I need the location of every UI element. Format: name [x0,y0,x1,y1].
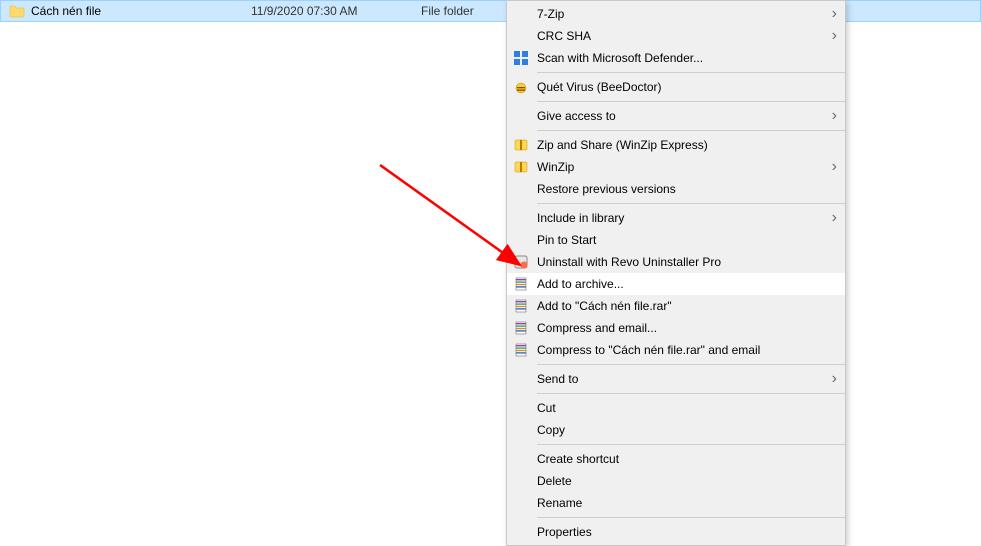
winzip-icon [511,137,531,153]
menu-item-label: Quét Virus (BeeDoctor) [537,80,817,94]
defender-icon [511,50,531,66]
rar-icon [511,320,531,336]
rar-icon [511,342,531,358]
menu-item[interactable]: Uninstall with Revo Uninstaller Pro [507,251,845,273]
blank-icon [511,400,531,416]
menu-item-label: Zip and Share (WinZip Express) [537,138,817,152]
menu-item-label: Cut [537,401,817,415]
blank-icon [511,232,531,248]
menu-separator [537,364,845,365]
menu-item-label: Scan with Microsoft Defender... [537,51,817,65]
menu-item[interactable]: Quét Virus (BeeDoctor) [507,76,845,98]
winzip-icon [511,159,531,175]
menu-item[interactable]: Add to "Cách nén file.rar" [507,295,845,317]
menu-item-label: Pin to Start [537,233,817,247]
menu-item-label: Properties [537,525,817,539]
blank-icon [511,371,531,387]
blank-icon [511,181,531,197]
menu-item[interactable]: Compress and email... [507,317,845,339]
rar-icon [511,298,531,314]
chevron-right-icon: › [832,158,837,176]
menu-item-label: Send to [537,372,817,386]
menu-item-label: Uninstall with Revo Uninstaller Pro [537,255,817,269]
blank-icon [511,422,531,438]
blank-icon [511,451,531,467]
menu-item[interactable]: Pin to Start [507,229,845,251]
menu-item[interactable]: Zip and Share (WinZip Express) [507,134,845,156]
menu-item[interactable]: Create shortcut [507,448,845,470]
chevron-right-icon: › [832,209,837,227]
blank-icon [511,495,531,511]
blank-icon [511,6,531,22]
menu-separator [537,393,845,394]
menu-item-label: Delete [537,474,817,488]
menu-item[interactable]: WinZip › [507,156,845,178]
menu-item[interactable]: Scan with Microsoft Defender... [507,47,845,69]
menu-separator [537,203,845,204]
menu-separator [537,130,845,131]
menu-item[interactable]: Restore previous versions [507,178,845,200]
menu-item[interactable]: 7-Zip › [507,3,845,25]
menu-item[interactable]: Properties [507,521,845,543]
menu-item[interactable]: Copy [507,419,845,441]
menu-separator [537,72,845,73]
chevron-right-icon: › [832,27,837,45]
menu-item-label: Compress to "Cách nén file.rar" and emai… [537,343,817,357]
blank-icon [511,473,531,489]
menu-item-label: CRC SHA [537,29,817,43]
menu-item-label: Restore previous versions [537,182,817,196]
context-menu[interactable]: 7-Zip › CRC SHA › Scan with Microsoft Defend… [506,0,846,546]
blank-icon [511,28,531,44]
rar-icon [511,276,531,292]
menu-separator [537,517,845,518]
menu-item[interactable]: Compress to "Cách nén file.rar" and emai… [507,339,845,361]
menu-item-label: Compress and email... [537,321,817,335]
menu-separator [537,444,845,445]
menu-item[interactable]: CRC SHA › [507,25,845,47]
menu-item-label: Include in library [537,211,817,225]
chevron-right-icon: › [832,370,837,388]
menu-item[interactable]: Delete [507,470,845,492]
menu-item-label: Add to "Cách nén file.rar" [537,299,817,313]
menu-item[interactable]: Give access to › [507,105,845,127]
file-date: 11/9/2020 07:30 AM [251,4,421,18]
menu-item-label: Give access to [537,109,817,123]
menu-item[interactable]: Add to archive... [507,273,845,295]
menu-item[interactable]: Send to › [507,368,845,390]
bee-icon [511,79,531,95]
menu-item-label: Rename [537,496,817,510]
file-name: Cách nén file [31,4,251,18]
menu-item[interactable]: Rename [507,492,845,514]
menu-item-label: Add to archive... [537,277,817,291]
menu-separator [537,101,845,102]
menu-item-label: Create shortcut [537,452,817,466]
chevron-right-icon: › [832,107,837,125]
menu-item[interactable]: Include in library › [507,207,845,229]
blank-icon [511,108,531,124]
revo-icon [511,254,531,270]
menu-item-label: WinZip [537,160,817,174]
menu-item-label: Copy [537,423,817,437]
menu-item-label: 7-Zip [537,7,817,21]
menu-item[interactable]: Cut [507,397,845,419]
folder-icon [9,3,25,19]
blank-icon [511,210,531,226]
blank-icon [511,524,531,540]
chevron-right-icon: › [832,5,837,23]
